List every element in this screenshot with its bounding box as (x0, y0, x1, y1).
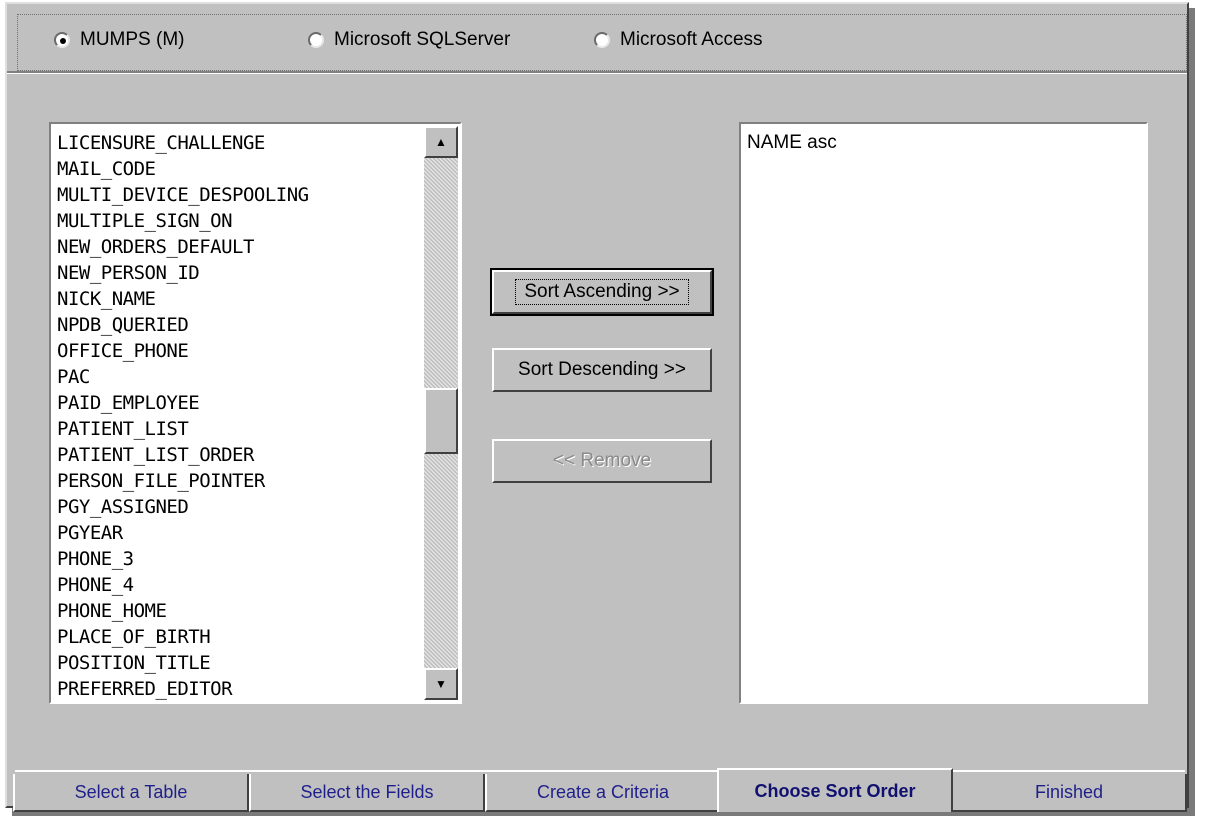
field-list-item[interactable]: NPDB_QUERIED (57, 312, 420, 338)
field-list-item[interactable]: PGYEAR (57, 520, 420, 546)
field-list-item[interactable]: OFFICE_PHONE (57, 338, 420, 364)
field-list-item[interactable]: PATIENT_LIST_ORDER (57, 442, 420, 468)
tab-choose-sort-order[interactable]: Choose Sort Order (717, 768, 953, 812)
sort-ascending-button[interactable]: Sort Ascending >> (490, 268, 714, 316)
field-listbox[interactable]: LICENSURE_CHALLENGE MAIL_CODE MULTI_DEVICE… (49, 122, 462, 704)
tab-select-table-label: Select a Table (74, 781, 188, 802)
field-list-item[interactable]: MULTIPLE_SIGN_ON (57, 208, 420, 234)
field-list-item[interactable]: NEW_PERSON_ID (57, 260, 420, 286)
field-list-item[interactable]: PHONE_3 (57, 546, 420, 572)
radio-mumps-label: MUMPS (M) (80, 29, 185, 50)
radio-selected-icon (54, 32, 70, 48)
tab-finished[interactable]: Finished (951, 774, 1187, 812)
arrow-up-icon: ▲ (435, 135, 447, 149)
radio-access-label: Microsoft Access (620, 29, 763, 50)
field-list-item[interactable]: LICENSURE_CHALLENGE (57, 130, 420, 156)
sort-order-listbox[interactable]: NAME asc (739, 122, 1148, 704)
field-list-item[interactable]: PATIENT_LIST (57, 416, 420, 442)
tab-choose-sort-order-label: Choose Sort Order (754, 780, 916, 801)
radio-unselected-icon (594, 32, 610, 48)
tab-finished-label: Finished (1034, 781, 1104, 802)
field-list-item[interactable]: PHONE_4 (57, 572, 420, 598)
radio-sqlserver[interactable]: Microsoft SQLServer (308, 27, 510, 53)
field-list: LICENSURE_CHALLENGE MAIL_CODE MULTI_DEVICE… (57, 130, 420, 702)
field-list-item[interactable]: PREFERRED_EDITOR (57, 676, 420, 702)
sort-descending-label: Sort Descending >> (518, 359, 686, 380)
field-list-item[interactable]: PLACE_OF_BIRTH (57, 624, 420, 650)
field-list-item[interactable]: POSITION_TITLE (57, 650, 420, 676)
remove-label: << Remove (552, 450, 652, 471)
field-list-item[interactable]: PAC (57, 364, 420, 390)
field-list-item[interactable]: MAIL_CODE (57, 156, 420, 182)
radio-access[interactable]: Microsoft Access (594, 27, 763, 53)
field-list-item[interactable]: PGY_ASSIGNED (57, 494, 420, 520)
query-builder-dialog: MUMPS (M) Microsoft SQLServer Microsoft … (5, 2, 1189, 812)
tab-select-fields[interactable]: Select the Fields (249, 774, 485, 812)
arrow-down-icon: ▼ (435, 677, 447, 691)
tab-create-criteria-label: Create a Criteria (536, 781, 670, 802)
radio-mumps[interactable]: MUMPS (M) (54, 27, 184, 53)
database-type-group: MUMPS (M) Microsoft SQLServer Microsoft … (17, 14, 1187, 71)
scroll-thumb[interactable] (424, 388, 458, 454)
field-list-item[interactable]: MULTI_DEVICE_DESPOOLING (57, 182, 420, 208)
separator (7, 71, 1187, 74)
field-list-item[interactable]: PAID_EMPLOYEE (57, 390, 420, 416)
scroll-up-button[interactable]: ▲ (424, 126, 458, 158)
tab-strip-line (15, 770, 1185, 772)
field-list-scrollbar[interactable]: ▲ ▼ (424, 126, 458, 700)
field-list-item[interactable]: PHONE_HOME (57, 598, 420, 624)
sort-descending-button[interactable]: Sort Descending >> (492, 348, 712, 392)
scroll-down-button[interactable]: ▼ (424, 668, 458, 700)
tab-select-table[interactable]: Select a Table (13, 774, 249, 812)
tab-create-criteria[interactable]: Create a Criteria (485, 774, 721, 812)
field-list-item[interactable]: NICK_NAME (57, 286, 420, 312)
field-list-item[interactable]: NEW_ORDERS_DEFAULT (57, 234, 420, 260)
radio-unselected-icon (308, 32, 324, 48)
sort-ascending-label: Sort Ascending >> (515, 279, 689, 305)
sort-order-item[interactable]: NAME asc (747, 130, 837, 156)
field-list-item[interactable]: PERSON_FILE_POINTER (57, 468, 420, 494)
remove-button[interactable]: << Remove (492, 439, 712, 483)
radio-sqlserver-label: Microsoft SQLServer (334, 29, 511, 50)
window-shadow-right (1189, 8, 1195, 816)
tab-select-fields-label: Select the Fields (300, 781, 434, 802)
